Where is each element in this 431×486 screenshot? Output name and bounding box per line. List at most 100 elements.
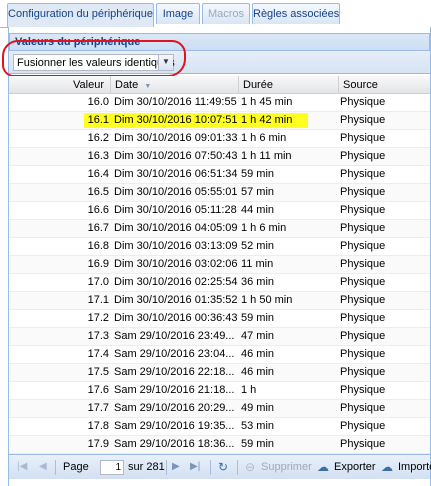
separator	[55, 460, 56, 475]
cell-date: Dim 30/10/2016 05:55:01	[114, 186, 238, 198]
cell-duration: 1 h	[241, 384, 257, 396]
cell-date: Sam 29/10/2016 23:49...	[114, 330, 235, 342]
cell-value: 16.5	[87, 186, 109, 198]
cell-source: Physique	[340, 438, 386, 450]
cell-value: 16.0	[87, 96, 109, 108]
cell-date: Dim 30/10/2016 00:36:43	[114, 312, 238, 324]
tab-macros: Macros	[202, 3, 250, 24]
page-count-label: sur 281	[128, 461, 165, 473]
cell-duration: 1 h 6 min	[241, 132, 287, 144]
table-row[interactable]: 17.6 Sam 29/10/2016 21:18... 1 h Physique	[9, 382, 430, 400]
cell-source: Physique	[340, 384, 386, 396]
cell-date: Sam 29/10/2016 19:35...	[114, 420, 235, 432]
cell-source: Physique	[340, 150, 386, 162]
cell-duration: 1 h 11 min	[241, 150, 292, 162]
table-row[interactable]: 17.1 Dim 30/10/2016 01:35:52 1 h 50 min Phy…	[9, 292, 430, 310]
cell-duration: 49 min	[241, 402, 275, 414]
cell-source: Physique	[340, 132, 386, 144]
table-row[interactable]: 17.4 Sam 29/10/2016 23:04... 46 min Physiqu…	[9, 346, 430, 364]
last-page-icon[interactable]: ▶|	[190, 461, 200, 472]
table-row[interactable]: 16.0 Dim 30/10/2016 11:49:55 1 h 45 min Phy…	[9, 94, 430, 112]
cell-source: Physique	[340, 420, 386, 432]
table-row[interactable]: 16.2 Dim 30/10/2016 09:01:33 1 h 6 min Phys…	[9, 130, 430, 148]
cell-value: 17.1	[87, 294, 109, 306]
column-header-value[interactable]: Valeur	[9, 76, 111, 94]
cell-date: Sam 29/10/2016 21:18...	[114, 384, 235, 396]
cell-source: Physique	[340, 240, 386, 252]
separator	[210, 460, 211, 475]
table-row[interactable]: 16.8 Dim 30/10/2016 03:13:09 52 min Physiqu…	[9, 238, 430, 256]
table-row[interactable]: 17.7 Sam 29/10/2016 20:29... 49 min Physiqu…	[9, 400, 430, 418]
cell-source: Physique	[340, 186, 386, 198]
next-page-icon[interactable]: ▶	[172, 461, 180, 472]
page-number-input[interactable]: 1	[100, 460, 124, 475]
column-header-date[interactable]: Date ▼	[111, 76, 239, 94]
cell-value: 17.0	[87, 276, 109, 288]
previous-page-icon[interactable]: ◀	[39, 461, 47, 472]
table-row[interactable]: 16.7 Dim 30/10/2016 04:05:09 1 h 6 min Phys…	[9, 220, 430, 238]
tab-configuration[interactable]: Configuration du périphérique	[7, 3, 154, 27]
cell-source: Physique	[340, 312, 386, 324]
cell-source: Physique	[340, 294, 386, 306]
separator	[237, 460, 238, 475]
table-row[interactable]: 17.3 Sam 29/10/2016 23:49... 47 min Physiqu…	[9, 328, 430, 346]
cell-duration: 46 min	[241, 348, 275, 360]
refresh-icon[interactable]: ↻	[218, 460, 228, 474]
first-page-icon[interactable]: |◀	[17, 461, 27, 472]
cell-date: Dim 30/10/2016 03:02:06	[114, 258, 238, 270]
cell-source: Physique	[340, 402, 386, 414]
cell-date: Sam 29/10/2016 18:36...	[114, 438, 235, 450]
cell-value: 17.3	[87, 330, 109, 342]
cell-source: Physique	[340, 96, 386, 108]
import-button[interactable]: Importer	[398, 461, 431, 473]
cell-duration: 44 min	[241, 204, 275, 216]
cell-source: Physique	[340, 168, 386, 180]
table-row[interactable]: 17.5 Sam 29/10/2016 22:18... 46 min Physiqu…	[9, 364, 430, 382]
table-row[interactable]: 16.4 Dim 30/10/2016 06:51:34 59 min Physiqu…	[9, 166, 430, 184]
cell-duration: 36 min	[241, 276, 275, 288]
grid-header: Valeur Date ▼ Durée Source	[9, 76, 430, 94]
cell-date: Dim 30/10/2016 01:35:52	[114, 294, 238, 306]
cell-value: 17.2	[87, 312, 109, 324]
cell-value: 17.6	[87, 384, 109, 396]
tab-bar: Configuration du périphérique Image Macr…	[0, 0, 431, 28]
table-row[interactable]: 16.6 Dim 30/10/2016 05:11:28 44 min Physiqu…	[9, 202, 430, 220]
cell-date: Dim 30/10/2016 02:25:54	[114, 276, 238, 288]
column-header-duration[interactable]: Durée	[239, 76, 339, 94]
separator	[166, 460, 167, 475]
grid-body: 16.0 Dim 30/10/2016 11:49:55 1 h 45 min Phy…	[9, 94, 430, 454]
cell-date: Dim 30/10/2016 03:13:09	[114, 240, 238, 252]
cell-duration: 46 min	[241, 366, 275, 378]
cell-value: 17.7	[87, 402, 109, 414]
table-row[interactable]: 16.1 Dim 30/10/2016 10:07:51 1 h 42 min Phy…	[9, 112, 430, 130]
cell-value: 16.4	[87, 168, 109, 180]
table-row[interactable]: 17.2 Dim 30/10/2016 00:36:43 59 min Physiqu…	[9, 310, 430, 328]
page-label: Page	[63, 461, 89, 473]
cell-duration: 52 min	[241, 240, 275, 252]
annotation-circle	[2, 40, 186, 77]
cell-value: 16.7	[87, 222, 109, 234]
cloud-import-icon[interactable]: ☁	[381, 460, 393, 474]
cell-duration: 59 min	[241, 168, 275, 180]
cell-duration: 47 min	[241, 330, 275, 342]
cell-source: Physique	[340, 258, 386, 270]
cell-source: Physique	[340, 348, 386, 360]
cell-value: 16.3	[87, 150, 109, 162]
table-row[interactable]: 17.8 Sam 29/10/2016 19:35... 53 min Physiqu…	[9, 418, 430, 436]
table-row[interactable]: 16.5 Dim 30/10/2016 05:55:01 57 min Physiqu…	[9, 184, 430, 202]
cloud-export-icon[interactable]: ☁	[317, 460, 329, 474]
paging-toolbar: |◀ ◀ Page 1 sur 281 ▶ ▶| ↻ ⊖ Supprimer ☁…	[9, 454, 431, 479]
cell-date: Dim 30/10/2016 09:01:33	[114, 132, 238, 144]
table-row[interactable]: 17.0 Dim 30/10/2016 02:25:54 36 min Physiqu…	[9, 274, 430, 292]
export-button[interactable]: Exporter	[334, 461, 376, 473]
column-header-source[interactable]: Source	[339, 76, 430, 94]
table-row[interactable]: 16.3 Dim 30/10/2016 07:50:43 1 h 11 min Phy…	[9, 148, 430, 166]
cell-value: 16.8	[87, 240, 109, 252]
table-row[interactable]: 16.9 Dim 30/10/2016 03:02:06 11 min Physiqu…	[9, 256, 430, 274]
delete-button: Supprimer	[261, 461, 312, 473]
column-header-date-label: Date	[115, 79, 139, 91]
tab-image[interactable]: Image	[156, 3, 200, 24]
table-row[interactable]: 17.9 Sam 29/10/2016 18:36... 59 min Physiqu…	[9, 436, 430, 454]
tab-regles-associees[interactable]: Règles associées	[252, 3, 340, 24]
cell-duration: 53 min	[241, 420, 275, 432]
